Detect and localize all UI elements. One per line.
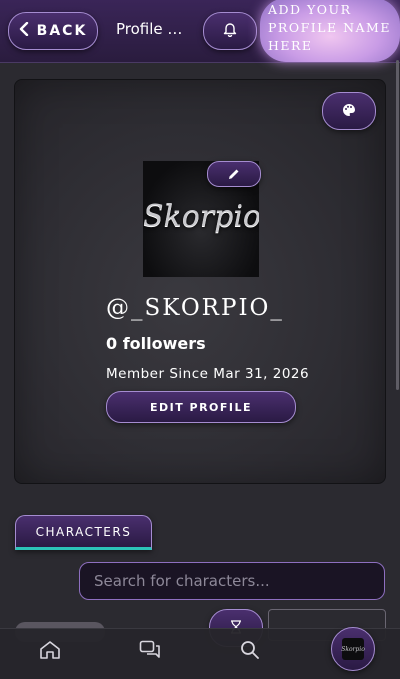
edit-profile-button[interactable]: EDIT PROFILE [106, 391, 296, 423]
tab-characters[interactable]: CHARACTERS [15, 515, 152, 550]
followers-count[interactable]: 0 followers [106, 334, 206, 353]
scrollbar-thumb[interactable] [396, 60, 399, 390]
chevron-left-icon [19, 21, 29, 40]
bell-icon [223, 21, 237, 41]
profile-name-banner[interactable]: ADD YOUR PROFILE NAME HERE [260, 0, 400, 62]
notifications-button[interactable] [203, 12, 257, 50]
chat-icon [139, 640, 161, 664]
search-icon [240, 640, 260, 664]
back-label: BACK [36, 23, 88, 39]
avatar-logo-text: Skorpio [143, 199, 259, 234]
nav-avatar-image: Skorpio [341, 638, 365, 660]
page-title: Profile of... [116, 20, 190, 38]
nav-home[interactable] [30, 635, 70, 669]
search-input[interactable] [79, 562, 385, 600]
theme-palette-button[interactable] [322, 92, 376, 130]
edit-avatar-button[interactable] [207, 161, 261, 187]
top-header: BACK Profile of... ADD YOUR PROFILE NAME… [0, 0, 400, 63]
palette-icon [342, 102, 356, 121]
pencil-icon [228, 165, 240, 184]
member-since: Member Since Mar 31, 2026 [106, 366, 310, 382]
home-icon [39, 640, 61, 664]
nav-profile-avatar[interactable]: Skorpio [331, 627, 375, 671]
profile-card: Skorpio @_SKORPIO_ 0 followers Member Si… [14, 79, 386, 484]
nav-chats[interactable] [130, 635, 170, 669]
bottom-nav: Skorpio [0, 627, 400, 679]
back-button[interactable]: BACK [8, 12, 98, 50]
username: @_SKORPIO_ [106, 295, 284, 321]
nav-search[interactable] [230, 635, 270, 669]
